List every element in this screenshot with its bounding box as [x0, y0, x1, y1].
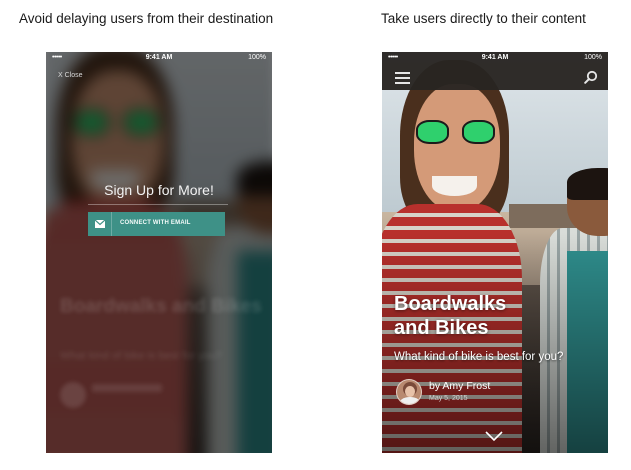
status-bar: ••••• 9:41 AM 100%: [46, 52, 272, 65]
blurred-article-title: Boardwalks and Bikes: [60, 296, 262, 317]
blurred-author: [92, 384, 162, 392]
hamburger-menu-icon[interactable]: [395, 72, 410, 84]
search-icon[interactable]: [584, 70, 598, 84]
app-nav-bar: ••••• 9:41 AM 100%: [382, 52, 608, 90]
status-time: 9:41 AM: [145, 54, 173, 61]
left-caption: Avoid delaying users from their destinat…: [19, 11, 274, 26]
article-hero: Boardwalks and Bikes What kind of bike i…: [382, 52, 608, 453]
author-byline[interactable]: by Amy Frost: [429, 380, 490, 392]
battery-level: 100%: [248, 54, 266, 61]
status-time: 9:41 AM: [481, 54, 509, 61]
left-phone-screen: ••••• 9:41 AM 100% X Close Sign Up for M…: [46, 52, 272, 453]
blurred-article-subtitle: What kind of bike is best for you?: [60, 350, 223, 362]
connect-with-email-button[interactable]: CONNECT WITH EMAIL: [88, 212, 225, 236]
connect-button-label: CONNECT WITH EMAIL: [120, 220, 191, 226]
close-button[interactable]: X Close: [58, 72, 83, 79]
avatar[interactable]: [396, 379, 422, 405]
signup-title: Sign Up for More!: [104, 182, 214, 198]
status-bar: ••••• 9:41 AM 100%: [382, 52, 608, 65]
article-title: Boardwalks and Bikes: [394, 292, 506, 340]
battery-level: 100%: [584, 54, 602, 61]
article-title-line-1: Boardwalks: [394, 293, 507, 315]
blurred-avatar: [60, 382, 86, 408]
chevron-down-icon[interactable]: [484, 430, 504, 442]
divider: [88, 204, 228, 205]
publish-date: May 5, 2015: [429, 395, 468, 402]
article-title-line-2: and Bikes: [394, 317, 489, 339]
mail-icon: [88, 212, 112, 236]
article-subtitle: What kind of bike is best for you?: [394, 351, 564, 363]
modal-top-bar: X Close: [46, 65, 272, 91]
right-caption: Take users directly to their content: [381, 11, 586, 26]
right-phone-screen: ••••• 9:41 AM 100% Boardwalks and Bikes …: [382, 52, 608, 453]
